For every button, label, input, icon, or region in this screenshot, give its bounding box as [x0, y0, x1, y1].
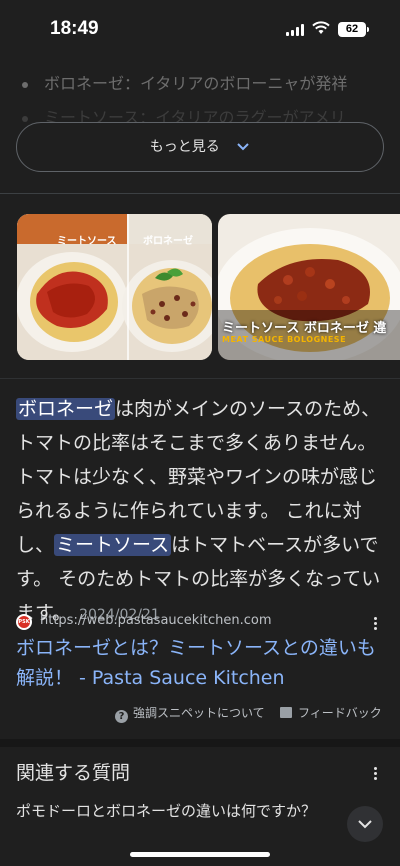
highlight-bolognese: ボロネーゼ [16, 398, 116, 420]
battery-tip [367, 27, 369, 32]
snippet-text-1: は肉がメインのソースのため、トマトの比率はそこまで多くありません。 トマトは少な… [16, 398, 381, 556]
source-url: https://web.pastasaucekitchen.com [40, 613, 272, 628]
status-bar: 18:49 62 [0, 0, 400, 58]
featured-snippet-text: ボロネーゼ は肉がメインのソースのため、トマトの比率はそこまで多くありません。 ト… [16, 392, 388, 632]
about-featured-snippets-link[interactable]: ? 強調スニペットについて [115, 704, 265, 723]
related-more-options-icon[interactable] [366, 764, 386, 784]
feedback-icon [280, 707, 292, 718]
related-questions-heading: 関連する質問 [16, 762, 131, 784]
help-icon: ? [115, 710, 128, 723]
show-more-label: もっと見る [149, 139, 220, 155]
summary-bullets: ボロネーゼ：イタリアのボローニャが発祥 ミートソース：イタリアのラグーがアメリ [0, 64, 400, 124]
image-subtitle: MEAT SAUCE BOLOGNESE [222, 335, 347, 344]
chevron-down-icon [237, 143, 249, 151]
result-title-link[interactable]: ボロネーゼとは？ミートソースとの違いも解説！ - Pasta Sauce Kit… [16, 633, 388, 693]
image-label-meat-sauce: ミートソース [57, 236, 117, 247]
image-title: ミートソース ボロネーゼ 違 [222, 321, 387, 336]
chevron-down-icon [358, 820, 372, 829]
cellular-signal-icon [286, 24, 304, 36]
highlight-meat-sauce: ミートソース [54, 534, 172, 556]
feedback-link[interactable]: フィードバック [280, 704, 382, 721]
more-options-icon[interactable] [366, 614, 386, 634]
show-more-button[interactable]: もっと見る [16, 122, 384, 172]
result-source[interactable]: PSK https://web.pastasaucekitchen.com [16, 612, 386, 632]
battery-icon: 62 [338, 22, 366, 37]
image-label-bolognese: ボロネーゼ [143, 236, 193, 247]
bullet-text: ボロネーゼ：イタリアのボローニャが発祥 [44, 74, 348, 93]
expand-question-button[interactable] [347, 806, 383, 842]
favicon-mark: PSK [18, 616, 30, 628]
list-item: ミートソース：イタリアのラグーがアメリ [22, 104, 346, 124]
list-item: ボロネーゼ：イタリアのボローニャが発祥 [22, 70, 347, 94]
pasta-thumbnail-image[interactable]: ミートソース ボロネーゼ 違 MEAT SAUCE BOLOGNESE [218, 214, 400, 360]
wifi-icon [312, 21, 330, 34]
about-label: 強調スニペットについて [133, 706, 265, 720]
section-divider [0, 739, 400, 747]
bullet-dot [22, 81, 28, 88]
section-divider [0, 193, 400, 194]
site-favicon-icon: PSK [16, 614, 32, 630]
feedback-label: フィードバック [298, 706, 382, 720]
section-divider [0, 378, 400, 379]
related-question-item[interactable]: ポモドーロとボロネーゼの違いは何ですか？ [16, 800, 336, 823]
feedback-row: ? 強調スニペットについて フィードバック [0, 700, 400, 724]
status-time: 18:49 [50, 18, 99, 39]
pasta-comparison-image[interactable]: ミートソース ボロネーゼ [17, 214, 212, 360]
bullet-dot [22, 115, 28, 122]
battery-level: 62 [345, 23, 359, 35]
home-indicator[interactable] [130, 852, 270, 857]
